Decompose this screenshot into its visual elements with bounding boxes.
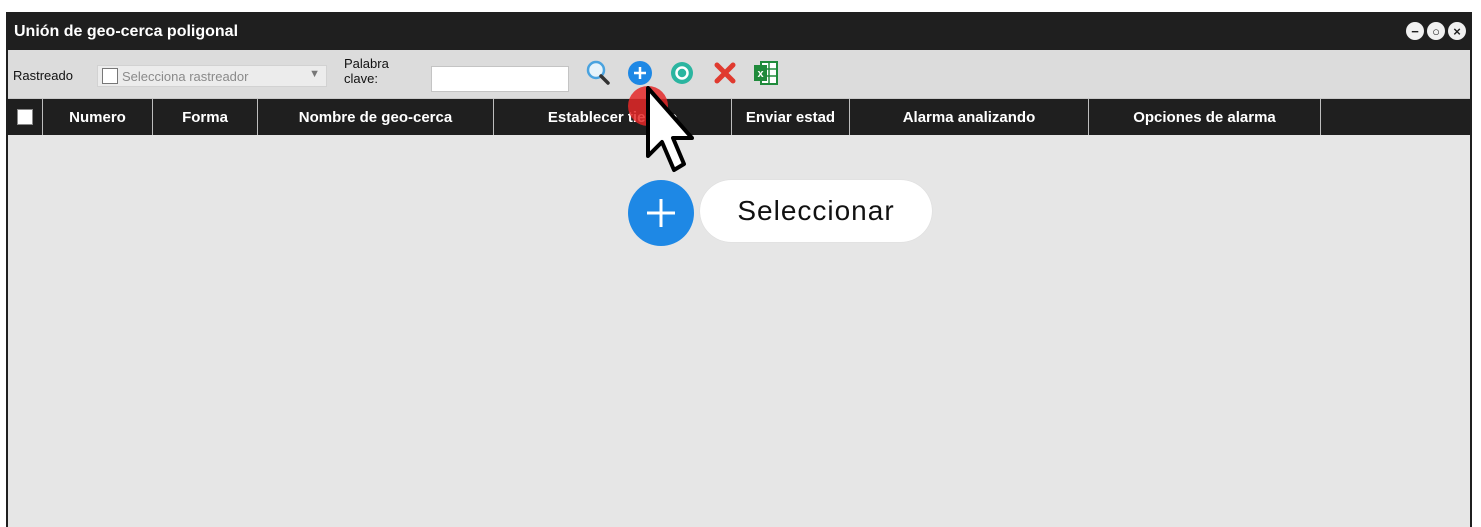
refresh-icon[interactable] <box>668 59 696 87</box>
window-controls: − ○ × <box>1406 22 1466 40</box>
callout-label: Seleccionar <box>700 180 932 242</box>
maximize-icon[interactable]: ○ <box>1427 22 1445 40</box>
minimize-icon[interactable]: − <box>1406 22 1424 40</box>
tracker-checkbox[interactable] <box>102 68 118 84</box>
keyword-label: Palabra clave: <box>344 56 389 86</box>
keyword-input[interactable] <box>431 66 569 92</box>
table-header: Numero Forma Nombre de geo-cerca Estable… <box>8 99 1470 135</box>
search-icon[interactable] <box>584 59 612 87</box>
column-numero[interactable]: Numero <box>43 99 153 135</box>
close-icon[interactable]: × <box>1448 22 1466 40</box>
select-all-column <box>8 99 43 135</box>
column-alarma-analizando[interactable]: Alarma analizando <box>850 99 1089 135</box>
window-title: Unión de geo-cerca poligonal <box>14 23 239 40</box>
title-bar: Unión de geo-cerca poligonal − ○ × <box>8 14 1470 50</box>
toolbar: Rastreado Selecciona rastreador ▼ Palabr… <box>8 50 1470 99</box>
select-all-checkbox[interactable] <box>17 109 33 125</box>
chevron-down-icon: ▼ <box>309 68 320 80</box>
background-strip <box>0 0 1481 12</box>
svg-text:x: x <box>757 68 764 80</box>
geofence-window: Unión de geo-cerca poligonal − ○ × Rastr… <box>6 12 1472 527</box>
column-opciones-alarma[interactable]: Opciones de alarma <box>1089 99 1321 135</box>
delete-icon[interactable] <box>711 59 739 87</box>
tracker-select[interactable]: Selecciona rastreador ▼ <box>97 65 327 87</box>
tracker-select-value: Selecciona rastreador <box>122 68 249 84</box>
excel-icon[interactable]: x <box>752 59 780 87</box>
column-nombre[interactable]: Nombre de geo-cerca <box>258 99 494 135</box>
callout-plus-icon <box>628 180 694 246</box>
column-enviar-estado[interactable]: Enviar estad <box>732 99 850 135</box>
add-icon[interactable] <box>626 59 654 87</box>
tracker-label: Rastreado <box>13 68 73 83</box>
mouse-cursor-icon <box>646 86 694 172</box>
column-empty <box>1321 99 1470 135</box>
column-forma[interactable]: Forma <box>153 99 258 135</box>
